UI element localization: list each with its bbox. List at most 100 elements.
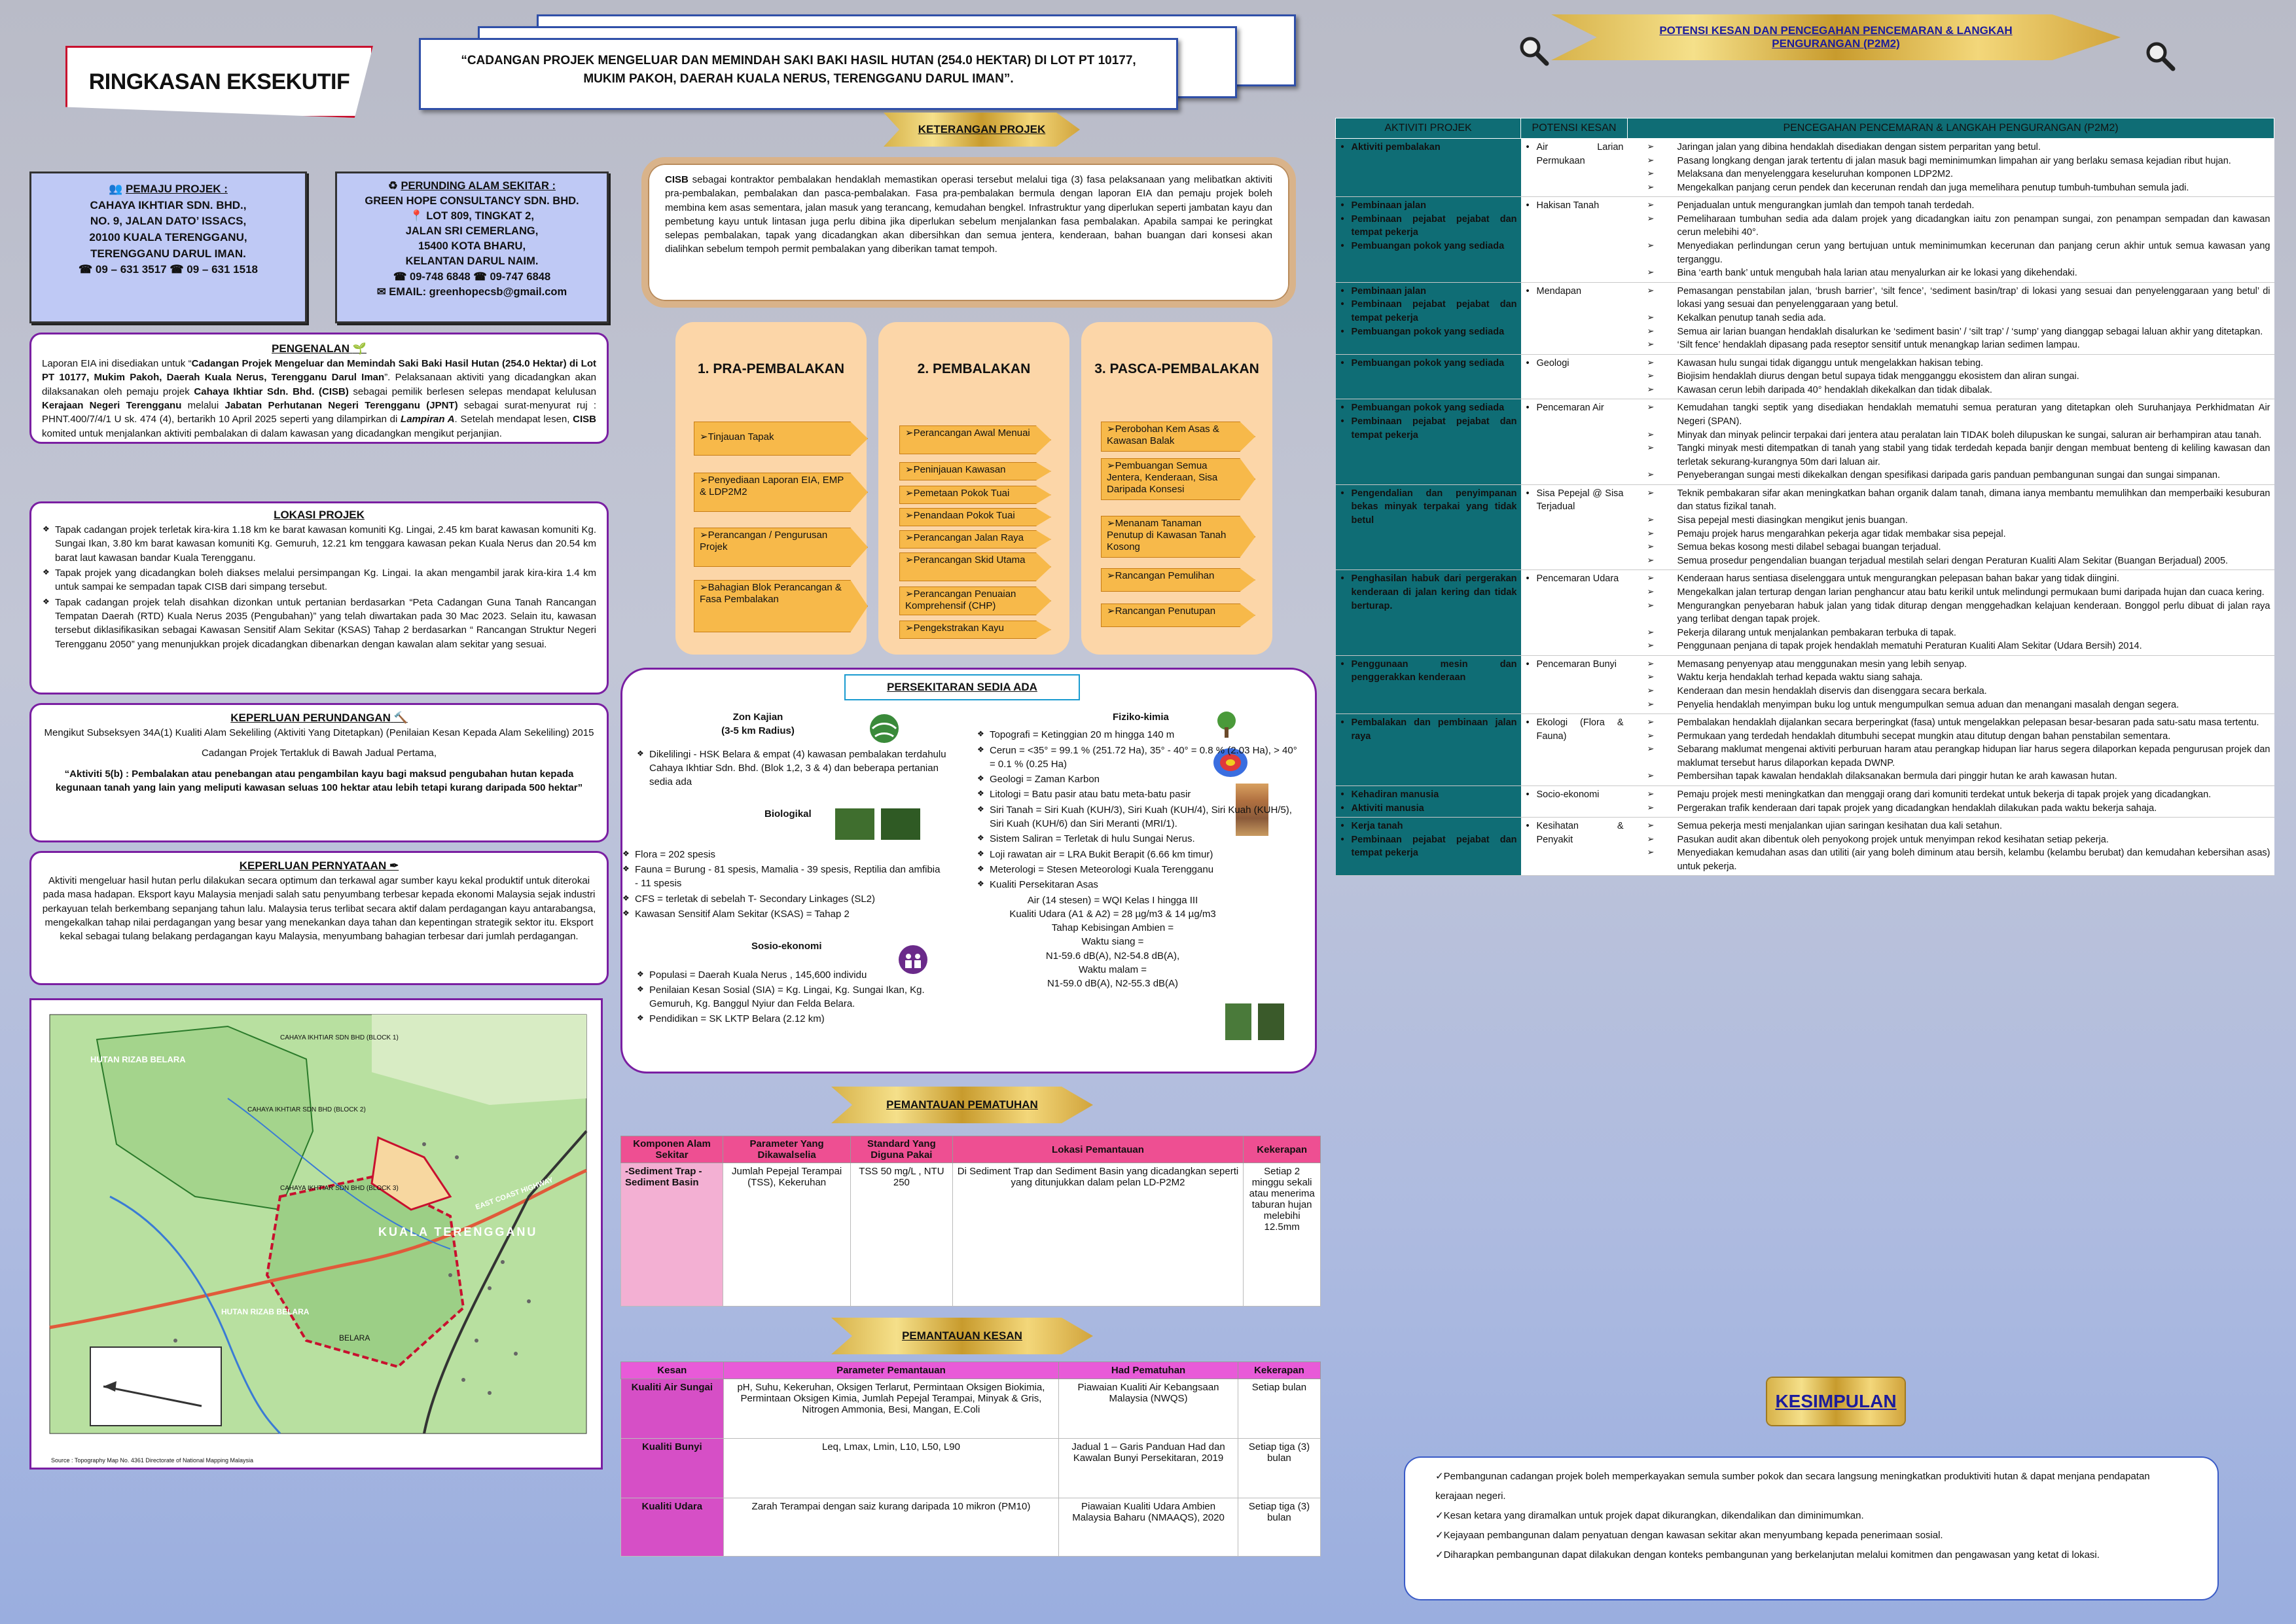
keterangan-text: CISB sebagai kontraktor pembalakan henda… xyxy=(665,174,1272,255)
kesan-tab-label: PEMANTAUAN KESAN xyxy=(902,1329,1022,1342)
phone-icon: ☎ xyxy=(78,263,93,276)
table-row: Penggunaan mesin dan penggerakkan kender… xyxy=(1335,655,2274,715)
fiz-item: Geologi = Zaman Karbon xyxy=(977,772,1297,786)
map-label: CAHAYA IKHTIAR SDN BHD (BLOCK 1) xyxy=(280,1034,399,1041)
fax-icon: ☎ xyxy=(170,263,184,276)
globe-icon xyxy=(866,710,903,747)
plant-photo xyxy=(835,808,874,840)
mitigation-item: Pasang longkang dengan jarak tertentu di… xyxy=(1643,154,2270,168)
fax-icon: ☎ xyxy=(473,270,487,283)
mitigation-item: Semua air larian buangan hendaklah disal… xyxy=(1643,325,2270,339)
p2m2-title-banner: POTENSI KESAN DAN PENCEGAHAN PENCEMARAN … xyxy=(1551,14,2121,60)
pemaju-line: 20100 KUALA TERENGGANU, xyxy=(89,230,247,244)
map-label: KUALA TERENGGANU xyxy=(378,1225,537,1238)
mitigation-item: Memasang penyenyap atau menggunakan mesi… xyxy=(1643,658,2270,672)
impact-label: Sisa Pepejal @ Sisa Terjadual xyxy=(1526,487,1624,514)
activity-item: Pembinaan jalan xyxy=(1341,199,1517,213)
pemantauan-kesan-tab: PEMANTAUAN KESAN xyxy=(831,1318,1093,1354)
table-row: Pembuangan pokok yang sediadaPembinaan p… xyxy=(1335,399,2274,485)
sosio-item: Populasi = Daerah Kuala Nerus , 145,600 … xyxy=(637,968,950,982)
perunding-phone1: 09-748 6848 xyxy=(410,270,471,283)
table-row: Pembinaan jalanPembinaan pejabat pejabat… xyxy=(1335,282,2274,355)
p2m2-table: AKTIVITI PROJEK POTENSI KESAN PENCEGAHAN… xyxy=(1335,118,2274,876)
fiz-item: Litologi = Batu pasir atau batu meta-bat… xyxy=(977,787,1297,801)
mitigation-item: Mengekalkan jalan terturap dengan larian… xyxy=(1643,586,2270,600)
keterangan-tab-label: KETERANGAN PROJEK xyxy=(918,123,1046,135)
mitigation-item: Kemudahan tangki septik yang disediakan … xyxy=(1643,401,2270,428)
people-icon: 👥 xyxy=(109,183,123,195)
table-row: Kualiti Udara Zarah Terampai dengan saiz… xyxy=(620,1498,1321,1557)
zon-item: Dikelilingi - HSK Belara & empat (4) kaw… xyxy=(637,748,957,789)
mitigation-item: Pemaju projek mesti meningkatkan dan men… xyxy=(1643,788,2270,802)
impact-label: Pencemaran Air xyxy=(1526,401,1624,415)
table-header: POTENSI KESAN xyxy=(1520,118,1628,139)
persekitaran-left-col: Zon Kajian (3-5 km Radius) Dikelilingi -… xyxy=(622,710,967,1064)
table-header: Kesan xyxy=(620,1362,724,1379)
perundangan-heading: KEPERLUAN PERUNDANGAN xyxy=(230,712,391,724)
mitigation-item: Pemeliharaan tumbuhan sedia ada dalam pr… xyxy=(1643,213,2270,240)
mitigation-item: Pemaju projek harus mengarahkan pekerja … xyxy=(1643,528,2270,541)
table-header: PENCEGAHAN PENCEMARAN & LANGKAH PENGURAN… xyxy=(1627,118,2274,139)
phase-step: ➢Tinjauan Tapak xyxy=(694,422,868,456)
sampling-photo xyxy=(1258,1003,1284,1040)
activity-item: Kerja tanah xyxy=(1341,820,1517,833)
pengenalan-box: PENGENALAN 🌱 Laporan EIA ini disediakan … xyxy=(29,333,609,444)
map-label: BELARA xyxy=(339,1333,370,1343)
kesan-table: Kesan Parameter Pemantauan Had Pematuhan… xyxy=(620,1362,1321,1557)
sampling-photo xyxy=(1225,1003,1251,1040)
activity-item: Pembinaan pejabat pejabat dan tempat pek… xyxy=(1341,415,1517,442)
lokasi-heading: LOKASI PROJEK xyxy=(274,509,365,521)
mitigation-item: Kawasan hulu sungai tidak diganggu untuk… xyxy=(1643,357,2270,370)
phase-step: ➢Pembuangan Semua Jentera, Kenderaan, Si… xyxy=(1101,458,1255,500)
mitigation-item: Pembalakan hendaklah dijalankan secara b… xyxy=(1643,716,2270,730)
phase-step: ➢Perancangan Awal Menuai xyxy=(899,425,1051,454)
phase-step: ➢Perancangan / Pengurusan Projek xyxy=(694,528,868,567)
perundangan-box: KEPERLUAN PERUNDANGAN 🔨 Mengikut Subseks… xyxy=(29,703,609,842)
phase-card-pembalakan: 2. PEMBALAKAN ➢Perancangan Awal Menuai ➢… xyxy=(878,322,1069,655)
mitigation-item: Teknik pembakaran sifar akan meningkatka… xyxy=(1643,487,2270,514)
map-label: HUTAN RIZAB BELARA xyxy=(221,1307,310,1316)
pematuhan-tab-label: PEMANTAUAN PEMATUHAN xyxy=(886,1098,1038,1111)
phone-icon: ☎ xyxy=(393,270,407,283)
impact-label: Mendapan xyxy=(1526,285,1624,298)
mitigation-item: Penyelia hendaklah menyimpan buku log un… xyxy=(1643,698,2270,712)
pernyataan-heading: KEPERLUAN PERNYATAAN xyxy=(239,859,387,872)
map-label: CAHAYA IKHTIAR SDN BHD (BLOCK 2) xyxy=(247,1106,366,1113)
activity-item: Pembalakan dan pembinaan jalan raya xyxy=(1341,716,1517,743)
table-row: Pembalakan dan pembinaan jalan raya Ekolo… xyxy=(1335,713,2274,787)
fiz-title: Fiziko-kimia xyxy=(1113,712,1169,723)
table-header: AKTIVITI PROJEK xyxy=(1335,118,1521,139)
phase-step: ➢Perobohan Kem Asas & Kawasan Balak xyxy=(1101,422,1255,452)
mitigation-item: Penyeberangan sungai mesti dikekalkan de… xyxy=(1643,469,2270,482)
lokasi-projek-box: LOKASI PROJEK Tapak cadangan projek terl… xyxy=(29,501,609,695)
kesimpulan-item: ✓Kejayaan pembangunan dalam penyatuan de… xyxy=(1435,1530,1943,1541)
table-header: Komponen Alam Sekitar xyxy=(620,1136,724,1163)
mitigation-item: Semua prosedur pengendalian buangan terj… xyxy=(1643,554,2270,568)
pen-icon: ✒ xyxy=(389,859,399,872)
mitigation-item: Penggunaan penjana di tapak projek henda… xyxy=(1643,640,2270,653)
sosio-item: Pendidikan = SK LKTP Belara (2.12 km) xyxy=(637,1012,950,1026)
activity-item: Pembinaan pejabat pejabat dan tempat pek… xyxy=(1341,298,1517,325)
leaf-icon: ♻ xyxy=(388,180,398,192)
fiz-item: Sistem Saliran = Terletak di hulu Sungai… xyxy=(977,832,1297,846)
project-title-line1: “CADANGAN PROJEK MENGELUAR DAN MEMINDAH … xyxy=(461,54,1136,67)
table-row: Kualiti Bunyi Leq, Lmax, Lmin, L10, L50,… xyxy=(620,1438,1321,1498)
activity-item: Pembuangan pokok yang sediada xyxy=(1341,240,1517,253)
table-row: -Sediment Trap -Sediment Basin Jumlah Pe… xyxy=(620,1163,1321,1307)
activity-item: Pembinaan pejabat pejabat dan tempat pek… xyxy=(1341,213,1517,240)
phase-step: ➢Peninjauan Kawasan xyxy=(899,462,1051,480)
fiz-item: Siri Tanah = Siri Kuah (KUH/3), Siri Kua… xyxy=(977,803,1297,831)
table-header: Had Pematuhan xyxy=(1058,1362,1238,1379)
table-row: Kerja tanahPembinaan pejabat pejabat dan… xyxy=(1335,817,2274,876)
activity-item: Penghasilan habuk dari pergerakan kender… xyxy=(1341,572,1517,613)
mitigation-item: ‘Silt fence’ hendaklah dipasang pada res… xyxy=(1643,338,2270,352)
activity-item: Aktiviti manusia xyxy=(1341,802,1517,816)
map-graphic: HUTAN RIZAB BELARA CAHAYA IKHTIAR SDN BH… xyxy=(49,1014,588,1464)
mitigation-item: Biojisim hendaklah diurus dengan betul s… xyxy=(1643,370,2270,384)
phase-step: ➢Perancangan Jalan Raya xyxy=(899,530,1051,549)
perundangan-line1: Mengikut Subseksyen 34A(1) Kualiti Alam … xyxy=(44,727,594,739)
lokasi-item: Tapak cadangan projek terletak kira-kira… xyxy=(43,523,596,565)
table-header: Kekerapan xyxy=(1237,1362,1321,1379)
baseline-quality: Air (14 stesen) = WQI Kelas I hingga III… xyxy=(1009,894,1216,990)
kesimpulan-title: KESIMPULAN xyxy=(1767,1378,1905,1425)
